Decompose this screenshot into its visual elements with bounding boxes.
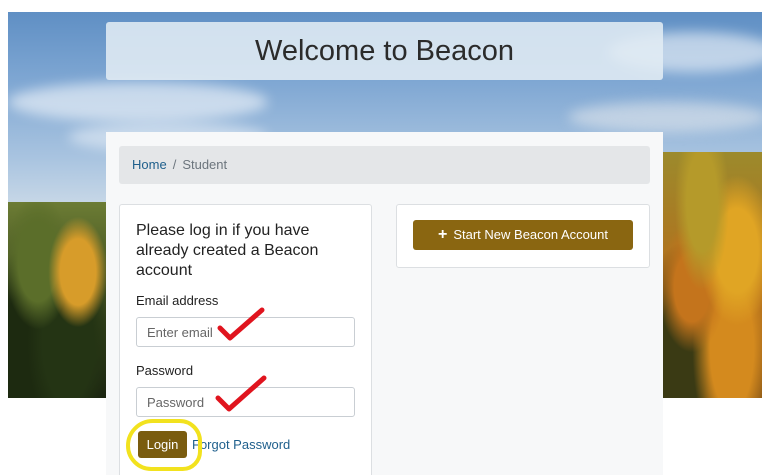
start-new-account-button[interactable]: + Start New Beacon Account xyxy=(413,220,633,250)
breadcrumb-home-link[interactable]: Home xyxy=(132,157,167,172)
breadcrumb-current: Student xyxy=(182,157,228,172)
breadcrumb: Home / Student xyxy=(119,146,650,184)
password-label: Password xyxy=(136,363,194,378)
checkmark-annotation-password xyxy=(215,375,267,412)
checkmark-annotation-email xyxy=(217,307,265,341)
forgot-password-link[interactable]: Forgot Password xyxy=(192,437,290,452)
page-title: Welcome to Beacon xyxy=(106,22,663,80)
start-new-account-label: Start New Beacon Account xyxy=(453,227,608,242)
signup-card: + Start New Beacon Account xyxy=(396,204,650,268)
breadcrumb-separator: / xyxy=(172,157,177,172)
cloud xyxy=(8,82,268,122)
login-intro: Please log in if you have already create… xyxy=(136,222,319,279)
email-label: Email address xyxy=(136,293,219,308)
plus-icon: + xyxy=(438,226,448,243)
trees-left xyxy=(8,202,108,398)
cloud xyxy=(568,102,762,132)
trees-right xyxy=(662,152,762,398)
login-highlight-annotation xyxy=(126,419,202,471)
